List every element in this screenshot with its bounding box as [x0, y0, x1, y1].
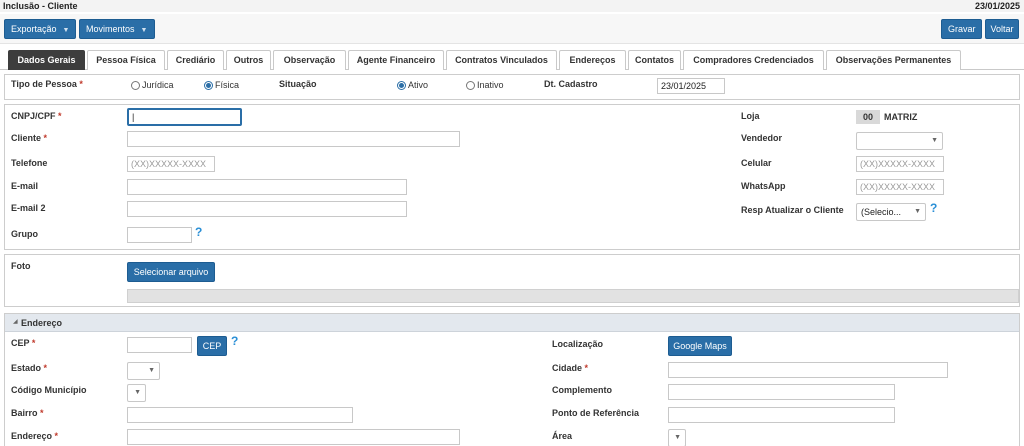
chevron-down-icon: ▼ — [674, 434, 681, 441]
save-button[interactable]: Gravar — [941, 19, 982, 39]
radio-fisica-label: Física — [215, 80, 240, 90]
foto-label: Foto — [11, 261, 31, 271]
tab-bar: Dados Gerais Pessoa Física Crediário Out… — [0, 48, 1024, 70]
tab-enderecos[interactable]: Endereços — [559, 50, 626, 70]
whatsapp-label: WhatsApp — [741, 181, 786, 191]
tab-contratos-vinculados[interactable]: Contratos Vinculados — [446, 50, 557, 70]
cnpj-input[interactable]: | — [127, 108, 242, 126]
cep-search-button[interactable]: CEP — [197, 336, 227, 356]
loja-label: Loja — [741, 111, 760, 121]
radio-ativo[interactable] — [397, 81, 406, 90]
grupo-label: Grupo — [11, 229, 38, 239]
area-label: Área — [552, 431, 573, 441]
question-mark-icon[interactable]: ? — [195, 225, 202, 239]
radio-juridica[interactable] — [131, 81, 140, 90]
telefone-label: Telefone — [11, 158, 48, 168]
current-date: 23/01/2025 — [974, 1, 1020, 11]
tab-compradores-credenciados[interactable]: Compradores Credenciados — [683, 50, 824, 70]
export-label: Exportação — [11, 24, 57, 34]
estado-select[interactable]: ▼ — [127, 362, 160, 380]
situation-label: Situação — [279, 79, 317, 89]
dt-cadastro-label: Dt. Cadastro — [544, 79, 598, 89]
vendedor-label: Vendedor — [741, 133, 783, 143]
cep-input[interactable] — [127, 337, 192, 353]
localizacao-label: Localização — [552, 339, 604, 349]
loja-name: MATRIZ — [884, 112, 918, 122]
area-select[interactable]: ▼ — [668, 429, 686, 446]
email2-input[interactable] — [127, 201, 407, 217]
loja-code: 00 — [856, 110, 880, 124]
complemento-label: Complemento — [552, 385, 613, 395]
movements-label: Movimentos — [86, 24, 135, 34]
select-file-button[interactable]: Selecionar arquivo — [127, 262, 215, 282]
resp-select[interactable]: (Selecio... ▼ — [856, 203, 926, 221]
grupo-input[interactable] — [127, 227, 192, 243]
chevron-down-icon: ▼ — [140, 27, 148, 34]
dt-cadastro-field[interactable]: 23/01/2025 — [657, 78, 725, 94]
resp-label: Resp Atualizar o Cliente — [741, 205, 844, 215]
toolbar: Exportação ▼ Movimentos ▼ Gravar Voltar — [0, 14, 1024, 44]
cidade-input[interactable] — [668, 362, 948, 378]
back-button[interactable]: Voltar — [985, 19, 1019, 39]
tab-contatos[interactable]: Contatos — [628, 50, 681, 70]
question-mark-icon[interactable]: ? — [231, 334, 238, 348]
address-section-title: Endereço — [21, 318, 63, 328]
codigo-municipio-select[interactable]: ▼ — [127, 384, 146, 402]
celular-label: Celular — [741, 158, 772, 168]
codigo-municipio-label: Código Município — [11, 385, 87, 395]
radio-fisica[interactable] — [204, 81, 213, 90]
celular-input[interactable]: (XX)XXXXX-XXXX — [856, 156, 944, 172]
cidade-label: Cidade * — [552, 363, 589, 373]
endereco-input[interactable] — [127, 429, 460, 445]
telefone-input[interactable]: (XX)XXXXX-XXXX — [127, 156, 215, 172]
tab-dados-gerais[interactable]: Dados Gerais — [8, 50, 85, 70]
google-maps-button[interactable]: Google Maps — [668, 336, 732, 356]
tab-crediario[interactable]: Crediário — [167, 50, 224, 70]
chevron-down-icon: ▼ — [914, 208, 921, 215]
export-menu-button[interactable]: Exportação ▼ — [4, 19, 76, 39]
address-panel: ◢ Endereço CEP * CEP ? Estado * ▼ Código… — [4, 313, 1020, 446]
chevron-down-icon: ▼ — [62, 27, 70, 34]
cnpj-label: CNPJ/CPF * — [11, 111, 62, 121]
tab-outros[interactable]: Outros — [226, 50, 271, 70]
tab-observacao[interactable]: Observação — [273, 50, 346, 70]
movements-menu-button[interactable]: Movimentos ▼ — [79, 19, 155, 39]
tab-agente-financeiro[interactable]: Agente Financeiro — [348, 50, 444, 70]
whatsapp-input[interactable]: (XX)XXXXX-XXXX — [856, 179, 944, 195]
resp-select-value: (Selecio... — [861, 207, 902, 217]
radio-juridica-label: Jurídica — [142, 80, 174, 90]
endereco-label: Endereço * — [11, 431, 59, 441]
cep-label: CEP * — [11, 338, 36, 348]
email2-label: E-mail 2 — [11, 203, 46, 213]
radio-inativo-label: Inativo — [477, 80, 504, 90]
person-type-panel: Tipo de Pessoa * Jurídica Física Situaçã… — [4, 74, 1020, 100]
triangle-icon: ◢ — [13, 319, 18, 325]
address-section-header[interactable]: ◢ Endereço — [5, 314, 1019, 332]
estado-label: Estado * — [11, 363, 48, 373]
tab-observacoes-permanentes[interactable]: Observações Permanentes — [826, 50, 961, 70]
tab-pessoa-fisica[interactable]: Pessoa Física — [87, 50, 165, 70]
email-label: E-mail — [11, 181, 39, 191]
cliente-label: Cliente * — [11, 133, 48, 143]
person-type-label: Tipo de Pessoa * — [11, 79, 83, 89]
bairro-input[interactable] — [127, 407, 353, 423]
title-bar: Inclusão - Cliente 23/01/2025 — [0, 0, 1024, 12]
ponto-referencia-label: Ponto de Referência — [552, 408, 640, 418]
radio-ativo-label: Ativo — [408, 80, 429, 90]
complemento-input[interactable] — [668, 384, 895, 400]
main-form-panel: CNPJ/CPF * | Cliente * Telefone (XX)XXXX… — [4, 104, 1020, 250]
upload-progress-bar — [127, 289, 1019, 303]
vendedor-select[interactable]: ▼ — [856, 132, 943, 150]
cliente-input[interactable] — [127, 131, 460, 147]
email-input[interactable] — [127, 179, 407, 195]
bairro-label: Bairro * — [11, 408, 44, 418]
question-mark-icon[interactable]: ? — [930, 201, 937, 215]
chevron-down-icon: ▼ — [134, 389, 141, 396]
window-title: Inclusão - Cliente — [3, 1, 78, 11]
chevron-down-icon: ▼ — [931, 137, 938, 144]
ponto-referencia-input[interactable] — [668, 407, 895, 423]
radio-inativo[interactable] — [466, 81, 475, 90]
chevron-down-icon: ▼ — [148, 367, 155, 374]
photo-panel: Foto Selecionar arquivo — [4, 254, 1020, 307]
